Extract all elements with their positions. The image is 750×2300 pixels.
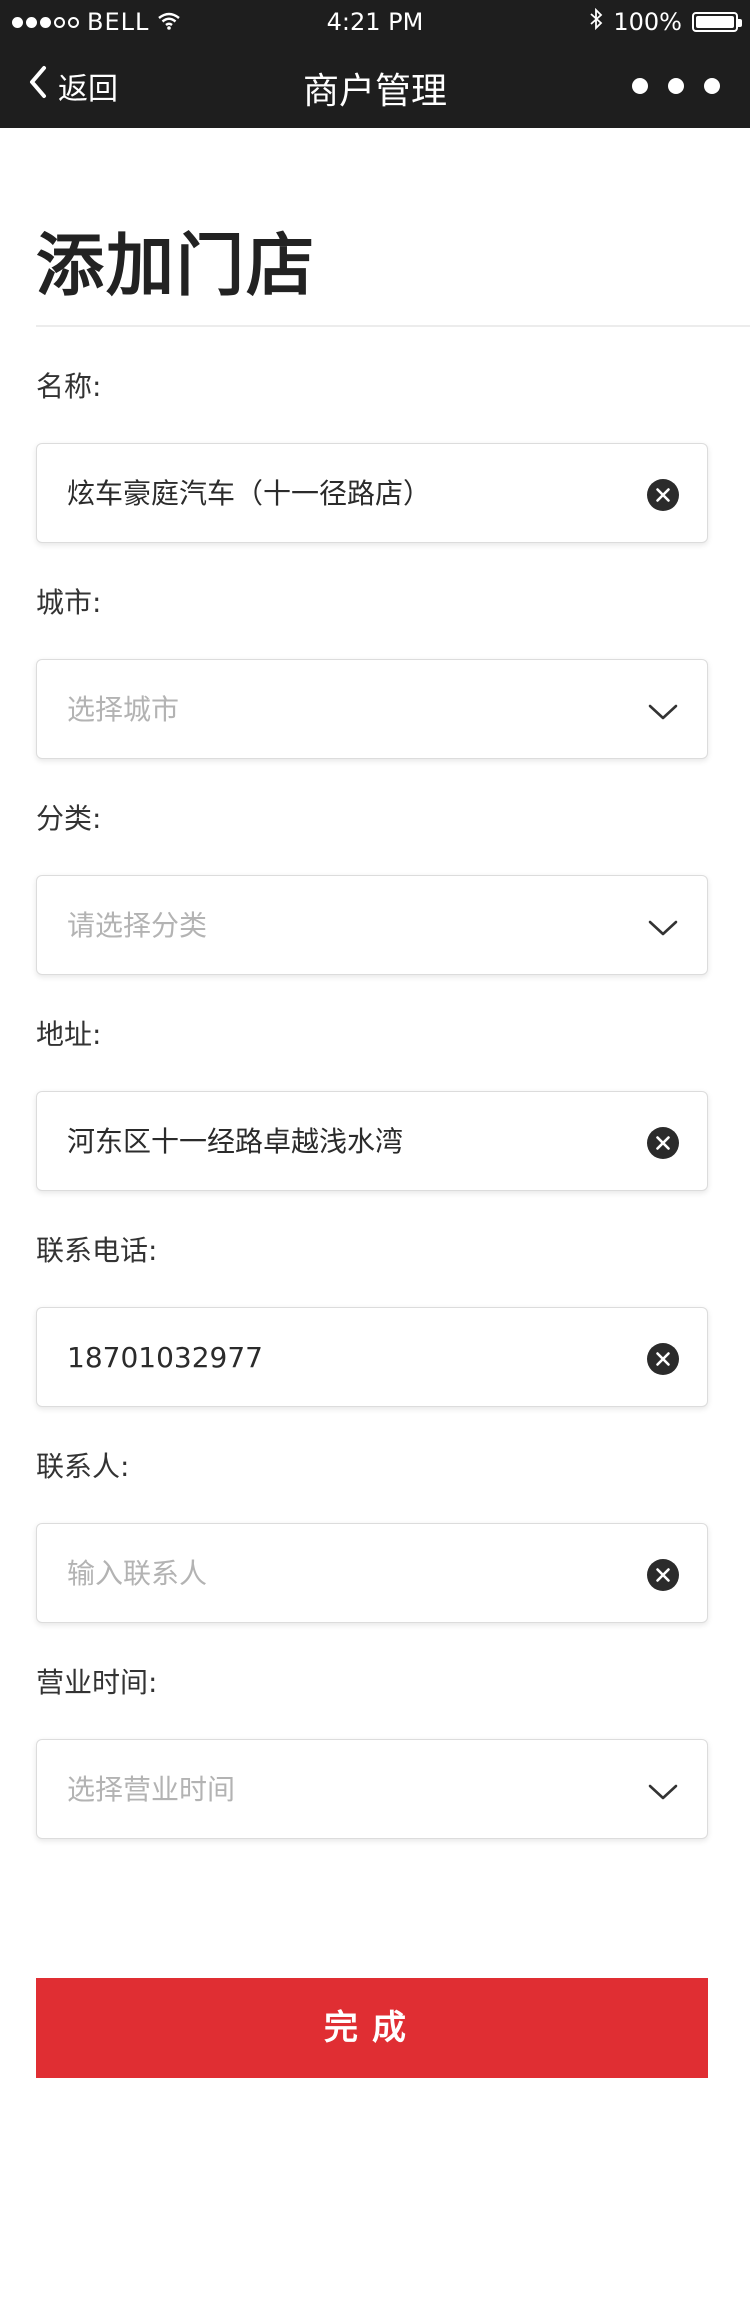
more-dot (704, 78, 720, 94)
city-label: 城市: (36, 586, 102, 619)
hours-select[interactable]: 选择营业时间 (36, 1739, 708, 1839)
battery-icon (692, 12, 742, 32)
phone-field[interactable]: 18701032977 (36, 1307, 708, 1407)
contact-field[interactable]: 输入联系人 (36, 1523, 708, 1623)
phone-value: 18701032977 (67, 1341, 263, 1374)
category-select[interactable]: 请选择分类 (36, 875, 708, 975)
clear-icon[interactable] (647, 1343, 679, 1375)
city-placeholder: 选择城市 (67, 693, 180, 726)
chevron-down-icon (647, 911, 679, 943)
status-right: 100% (589, 7, 742, 36)
contact-label: 联系人: (36, 1450, 130, 1483)
more-options-button[interactable] (632, 78, 720, 94)
address-value: 河东区十一经路卓越浅水湾 (67, 1125, 404, 1158)
address-field[interactable]: 河东区十一经路卓越浅水湾 (36, 1091, 708, 1191)
category-label: 分类: (36, 802, 102, 835)
clear-icon[interactable] (647, 1127, 679, 1159)
contact-placeholder: 输入联系人 (67, 1557, 208, 1590)
chevron-down-icon (647, 1775, 679, 1807)
chevron-down-icon (647, 695, 679, 727)
name-value: 炫车豪庭汽车（十一径路店） (67, 477, 432, 510)
phone-label: 联系电话: (36, 1234, 158, 1267)
city-select[interactable]: 选择城市 (36, 659, 708, 759)
divider (36, 325, 750, 327)
category-placeholder: 请选择分类 (67, 909, 208, 942)
bluetooth-icon (589, 7, 603, 36)
page-title: 添加门店 (36, 227, 317, 306)
clear-icon[interactable] (647, 1559, 679, 1591)
clear-icon[interactable] (647, 479, 679, 511)
name-label: 名称: (36, 370, 102, 403)
more-dot (668, 78, 684, 94)
battery-percentage: 100% (613, 8, 682, 36)
name-field[interactable]: 炫车豪庭汽车（十一径路店） (36, 443, 708, 543)
nav-bar: 返回 商户管理 (0, 44, 750, 128)
more-dot (632, 78, 648, 94)
status-bar: BELL 4:21 PM 100% (0, 0, 750, 44)
address-label: 地址: (36, 1018, 102, 1051)
hours-label: 营业时间: (36, 1666, 158, 1699)
hours-placeholder: 选择营业时间 (67, 1773, 236, 1806)
done-button[interactable]: 完成 (36, 1978, 708, 2078)
